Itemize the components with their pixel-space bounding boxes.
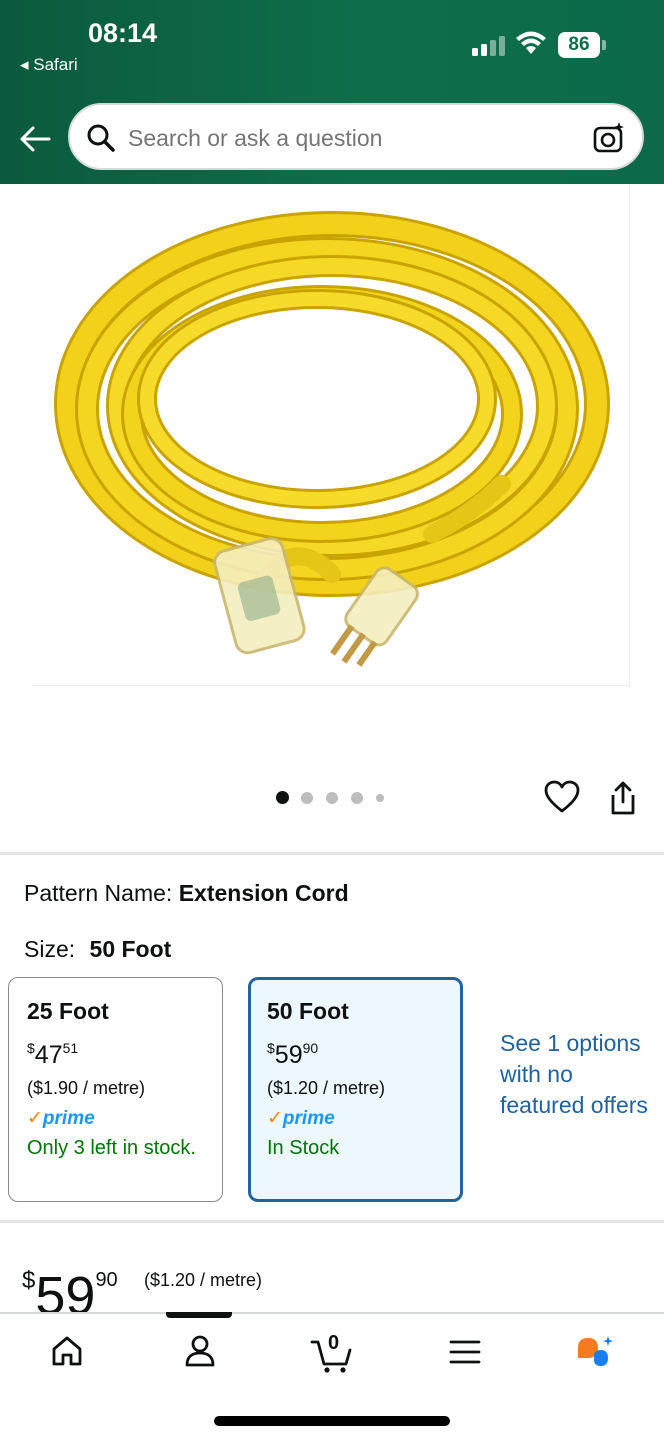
availability-text: Only 3 left in stock. (27, 1137, 196, 1159)
top-header: 08:14 ◂ Safari 86 (0, 0, 664, 184)
status-time: 08:14 (88, 18, 158, 48)
home-icon[interactable] (50, 1334, 84, 1368)
search-input[interactable] (128, 125, 568, 152)
option-title: 25 Foot (27, 998, 109, 1024)
prime-badge: ✓prime (27, 1108, 95, 1129)
option-unit-price: ($1.20 / metre) (267, 1078, 386, 1098)
option-price: $5990 (267, 1040, 319, 1069)
size-label: Size: (24, 936, 76, 962)
prime-check-icon: ✓ (267, 1108, 283, 1129)
heart-icon[interactable] (544, 780, 580, 814)
carousel-dot[interactable] (351, 792, 363, 804)
option-unit-price: ($1.90 / metre) (27, 1078, 146, 1098)
size-value: 50 Foot (89, 936, 172, 962)
account-icon[interactable] (183, 1334, 217, 1368)
see-options-link[interactable]: See 1 options with no featured offers (500, 1028, 650, 1121)
main-unit-price: ($1.20 / metre) (144, 1270, 263, 1290)
share-icon[interactable] (606, 780, 640, 816)
cellular-signal-icon (472, 36, 508, 56)
product-image[interactable] (32, 184, 630, 686)
cart-icon[interactable]: 0 (310, 1332, 354, 1374)
back-app-label: Safari (33, 55, 78, 74)
rufus-assistant-icon[interactable] (574, 1334, 616, 1372)
search-icon (87, 124, 115, 152)
section-divider (0, 1220, 664, 1223)
menu-icon[interactable] (448, 1338, 482, 1366)
option-title: 50 Foot (267, 998, 349, 1024)
camera-lens-icon[interactable] (592, 121, 626, 155)
search-bar[interactable] (68, 103, 644, 170)
option-price: $4751 (27, 1040, 79, 1069)
prime-check-icon: ✓ (27, 1108, 43, 1129)
pattern-label: Pattern Name: (24, 880, 173, 906)
cart-count: 0 (328, 1332, 340, 1354)
extension-cord-image (54, 211, 610, 667)
prime-badge: ✓prime (267, 1108, 335, 1129)
pattern-name-row: Pattern Name: Extension Cord (24, 880, 349, 907)
home-indicator (214, 1416, 450, 1426)
carousel-dot[interactable] (301, 792, 313, 804)
carousel-dot[interactable] (326, 792, 338, 804)
carousel-dot-active[interactable] (276, 791, 289, 804)
battery-level: 86 (558, 32, 600, 58)
carousel-dot[interactable] (376, 794, 384, 802)
availability-text: In Stock (267, 1137, 340, 1159)
size-row: Size: 50 Foot (24, 936, 171, 963)
active-tab-indicator (166, 1312, 232, 1318)
back-arrow-icon[interactable] (18, 122, 52, 156)
size-option-25-foot[interactable]: 25 Foot $4751 ($1.90 / metre) ✓prime Onl… (8, 977, 223, 1202)
battery-icon: 86 (558, 32, 606, 58)
pattern-value: Extension Cord (178, 880, 349, 906)
back-to-safari-link[interactable]: ◂ Safari (20, 55, 78, 75)
wifi-icon (516, 31, 546, 54)
section-divider (0, 852, 664, 855)
size-option-50-foot[interactable]: 50 Foot $5990 ($1.20 / metre) ✓prime In … (248, 977, 463, 1202)
